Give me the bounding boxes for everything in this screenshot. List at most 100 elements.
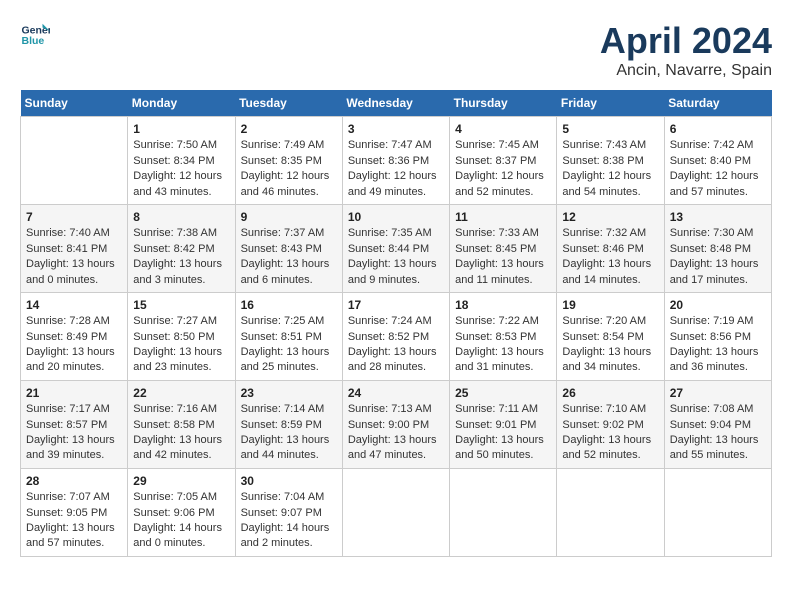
calendar-cell: 23 Sunrise: 7:14 AM Sunset: 8:59 PM Dayl…: [235, 380, 342, 468]
sunset-text: Sunset: 8:40 PM: [670, 155, 751, 167]
day-number: 8: [133, 210, 140, 224]
sunrise-text: Sunrise: 7:10 AM: [562, 403, 646, 415]
sunrise-text: Sunrise: 7:37 AM: [241, 227, 325, 239]
sunrise-text: Sunrise: 7:40 AM: [26, 227, 110, 239]
daylight-text: Daylight: 13 hours and 20 minutes.: [26, 346, 115, 373]
calendar-cell: 20 Sunrise: 7:19 AM Sunset: 8:56 PM Dayl…: [664, 292, 771, 380]
daylight-text: Daylight: 13 hours and 31 minutes.: [455, 346, 544, 373]
daylight-text: Daylight: 14 hours and 0 minutes.: [133, 522, 222, 549]
day-number: 24: [348, 386, 361, 400]
sunset-text: Sunset: 9:06 PM: [133, 507, 214, 519]
sunrise-text: Sunrise: 7:08 AM: [670, 403, 754, 415]
weekday-monday: Monday: [128, 90, 235, 117]
sunset-text: Sunset: 8:38 PM: [562, 155, 643, 167]
sunrise-text: Sunrise: 7:33 AM: [455, 227, 539, 239]
weekday-thursday: Thursday: [450, 90, 557, 117]
calendar-body: 1 Sunrise: 7:50 AM Sunset: 8:34 PM Dayli…: [21, 117, 772, 557]
day-number: 4: [455, 122, 462, 136]
day-number: 19: [562, 298, 575, 312]
weekday-tuesday: Tuesday: [235, 90, 342, 117]
day-number: 3: [348, 122, 355, 136]
calendar-cell: 8 Sunrise: 7:38 AM Sunset: 8:42 PM Dayli…: [128, 204, 235, 292]
sunset-text: Sunset: 8:56 PM: [670, 331, 751, 343]
day-number: 28: [26, 474, 39, 488]
sunset-text: Sunset: 8:43 PM: [241, 243, 322, 255]
daylight-text: Daylight: 13 hours and 23 minutes.: [133, 346, 222, 373]
calendar-cell: 16 Sunrise: 7:25 AM Sunset: 8:51 PM Dayl…: [235, 292, 342, 380]
sunrise-text: Sunrise: 7:27 AM: [133, 315, 217, 327]
daylight-text: Daylight: 13 hours and 55 minutes.: [670, 434, 759, 461]
day-number: 13: [670, 210, 683, 224]
day-number: 21: [26, 386, 39, 400]
daylight-text: Daylight: 12 hours and 43 minutes.: [133, 170, 222, 197]
calendar-cell: 10 Sunrise: 7:35 AM Sunset: 8:44 PM Dayl…: [342, 204, 449, 292]
day-number: 14: [26, 298, 39, 312]
day-number: 22: [133, 386, 146, 400]
sunset-text: Sunset: 8:48 PM: [670, 243, 751, 255]
sunrise-text: Sunrise: 7:04 AM: [241, 491, 325, 503]
calendar-cell: [557, 468, 664, 556]
day-number: 5: [562, 122, 569, 136]
daylight-text: Daylight: 13 hours and 36 minutes.: [670, 346, 759, 373]
page-header: General Blue April 2024 Ancin, Navarre, …: [20, 20, 772, 80]
sunrise-text: Sunrise: 7:24 AM: [348, 315, 432, 327]
day-number: 26: [562, 386, 575, 400]
logo: General Blue: [20, 20, 50, 50]
daylight-text: Daylight: 12 hours and 54 minutes.: [562, 170, 651, 197]
title-block: April 2024 Ancin, Navarre, Spain: [600, 20, 772, 80]
sunrise-text: Sunrise: 7:49 AM: [241, 139, 325, 151]
calendar-cell: 25 Sunrise: 7:11 AM Sunset: 9:01 PM Dayl…: [450, 380, 557, 468]
sunset-text: Sunset: 8:37 PM: [455, 155, 536, 167]
sunset-text: Sunset: 9:00 PM: [348, 419, 429, 431]
sunset-text: Sunset: 8:36 PM: [348, 155, 429, 167]
sunset-text: Sunset: 9:02 PM: [562, 419, 643, 431]
calendar-cell: 26 Sunrise: 7:10 AM Sunset: 9:02 PM Dayl…: [557, 380, 664, 468]
day-number: 25: [455, 386, 468, 400]
weekday-friday: Friday: [557, 90, 664, 117]
calendar-cell: 6 Sunrise: 7:42 AM Sunset: 8:40 PM Dayli…: [664, 117, 771, 205]
calendar-table: SundayMondayTuesdayWednesdayThursdayFrid…: [20, 90, 772, 557]
sunset-text: Sunset: 8:49 PM: [26, 331, 107, 343]
sunrise-text: Sunrise: 7:20 AM: [562, 315, 646, 327]
sunset-text: Sunset: 8:51 PM: [241, 331, 322, 343]
daylight-text: Daylight: 12 hours and 52 minutes.: [455, 170, 544, 197]
weekday-wednesday: Wednesday: [342, 90, 449, 117]
calendar-cell: 3 Sunrise: 7:47 AM Sunset: 8:36 PM Dayli…: [342, 117, 449, 205]
daylight-text: Daylight: 12 hours and 57 minutes.: [670, 170, 759, 197]
day-number: 16: [241, 298, 254, 312]
weekday-sunday: Sunday: [21, 90, 128, 117]
sunrise-text: Sunrise: 7:14 AM: [241, 403, 325, 415]
day-number: 27: [670, 386, 683, 400]
sunrise-text: Sunrise: 7:43 AM: [562, 139, 646, 151]
daylight-text: Daylight: 13 hours and 28 minutes.: [348, 346, 437, 373]
calendar-cell: 22 Sunrise: 7:16 AM Sunset: 8:58 PM Dayl…: [128, 380, 235, 468]
daylight-text: Daylight: 13 hours and 39 minutes.: [26, 434, 115, 461]
sunset-text: Sunset: 9:01 PM: [455, 419, 536, 431]
daylight-text: Daylight: 12 hours and 49 minutes.: [348, 170, 437, 197]
day-number: 18: [455, 298, 468, 312]
calendar-week-3: 21 Sunrise: 7:17 AM Sunset: 8:57 PM Dayl…: [21, 380, 772, 468]
daylight-text: Daylight: 13 hours and 34 minutes.: [562, 346, 651, 373]
calendar-cell: 17 Sunrise: 7:24 AM Sunset: 8:52 PM Dayl…: [342, 292, 449, 380]
day-number: 29: [133, 474, 146, 488]
sunset-text: Sunset: 9:04 PM: [670, 419, 751, 431]
calendar-cell: 7 Sunrise: 7:40 AM Sunset: 8:41 PM Dayli…: [21, 204, 128, 292]
sunset-text: Sunset: 8:57 PM: [26, 419, 107, 431]
sunrise-text: Sunrise: 7:30 AM: [670, 227, 754, 239]
sunset-text: Sunset: 8:45 PM: [455, 243, 536, 255]
sunrise-text: Sunrise: 7:16 AM: [133, 403, 217, 415]
sunset-text: Sunset: 8:44 PM: [348, 243, 429, 255]
calendar-week-2: 14 Sunrise: 7:28 AM Sunset: 8:49 PM Dayl…: [21, 292, 772, 380]
sunset-text: Sunset: 9:07 PM: [241, 507, 322, 519]
sunset-text: Sunset: 8:58 PM: [133, 419, 214, 431]
calendar-cell: [450, 468, 557, 556]
sunrise-text: Sunrise: 7:38 AM: [133, 227, 217, 239]
sunrise-text: Sunrise: 7:11 AM: [455, 403, 538, 415]
sunrise-text: Sunrise: 7:50 AM: [133, 139, 217, 151]
calendar-cell: 2 Sunrise: 7:49 AM Sunset: 8:35 PM Dayli…: [235, 117, 342, 205]
sunset-text: Sunset: 8:59 PM: [241, 419, 322, 431]
sunset-text: Sunset: 8:52 PM: [348, 331, 429, 343]
calendar-cell: 27 Sunrise: 7:08 AM Sunset: 9:04 PM Dayl…: [664, 380, 771, 468]
calendar-cell: 30 Sunrise: 7:04 AM Sunset: 9:07 PM Dayl…: [235, 468, 342, 556]
calendar-cell: 29 Sunrise: 7:05 AM Sunset: 9:06 PM Dayl…: [128, 468, 235, 556]
